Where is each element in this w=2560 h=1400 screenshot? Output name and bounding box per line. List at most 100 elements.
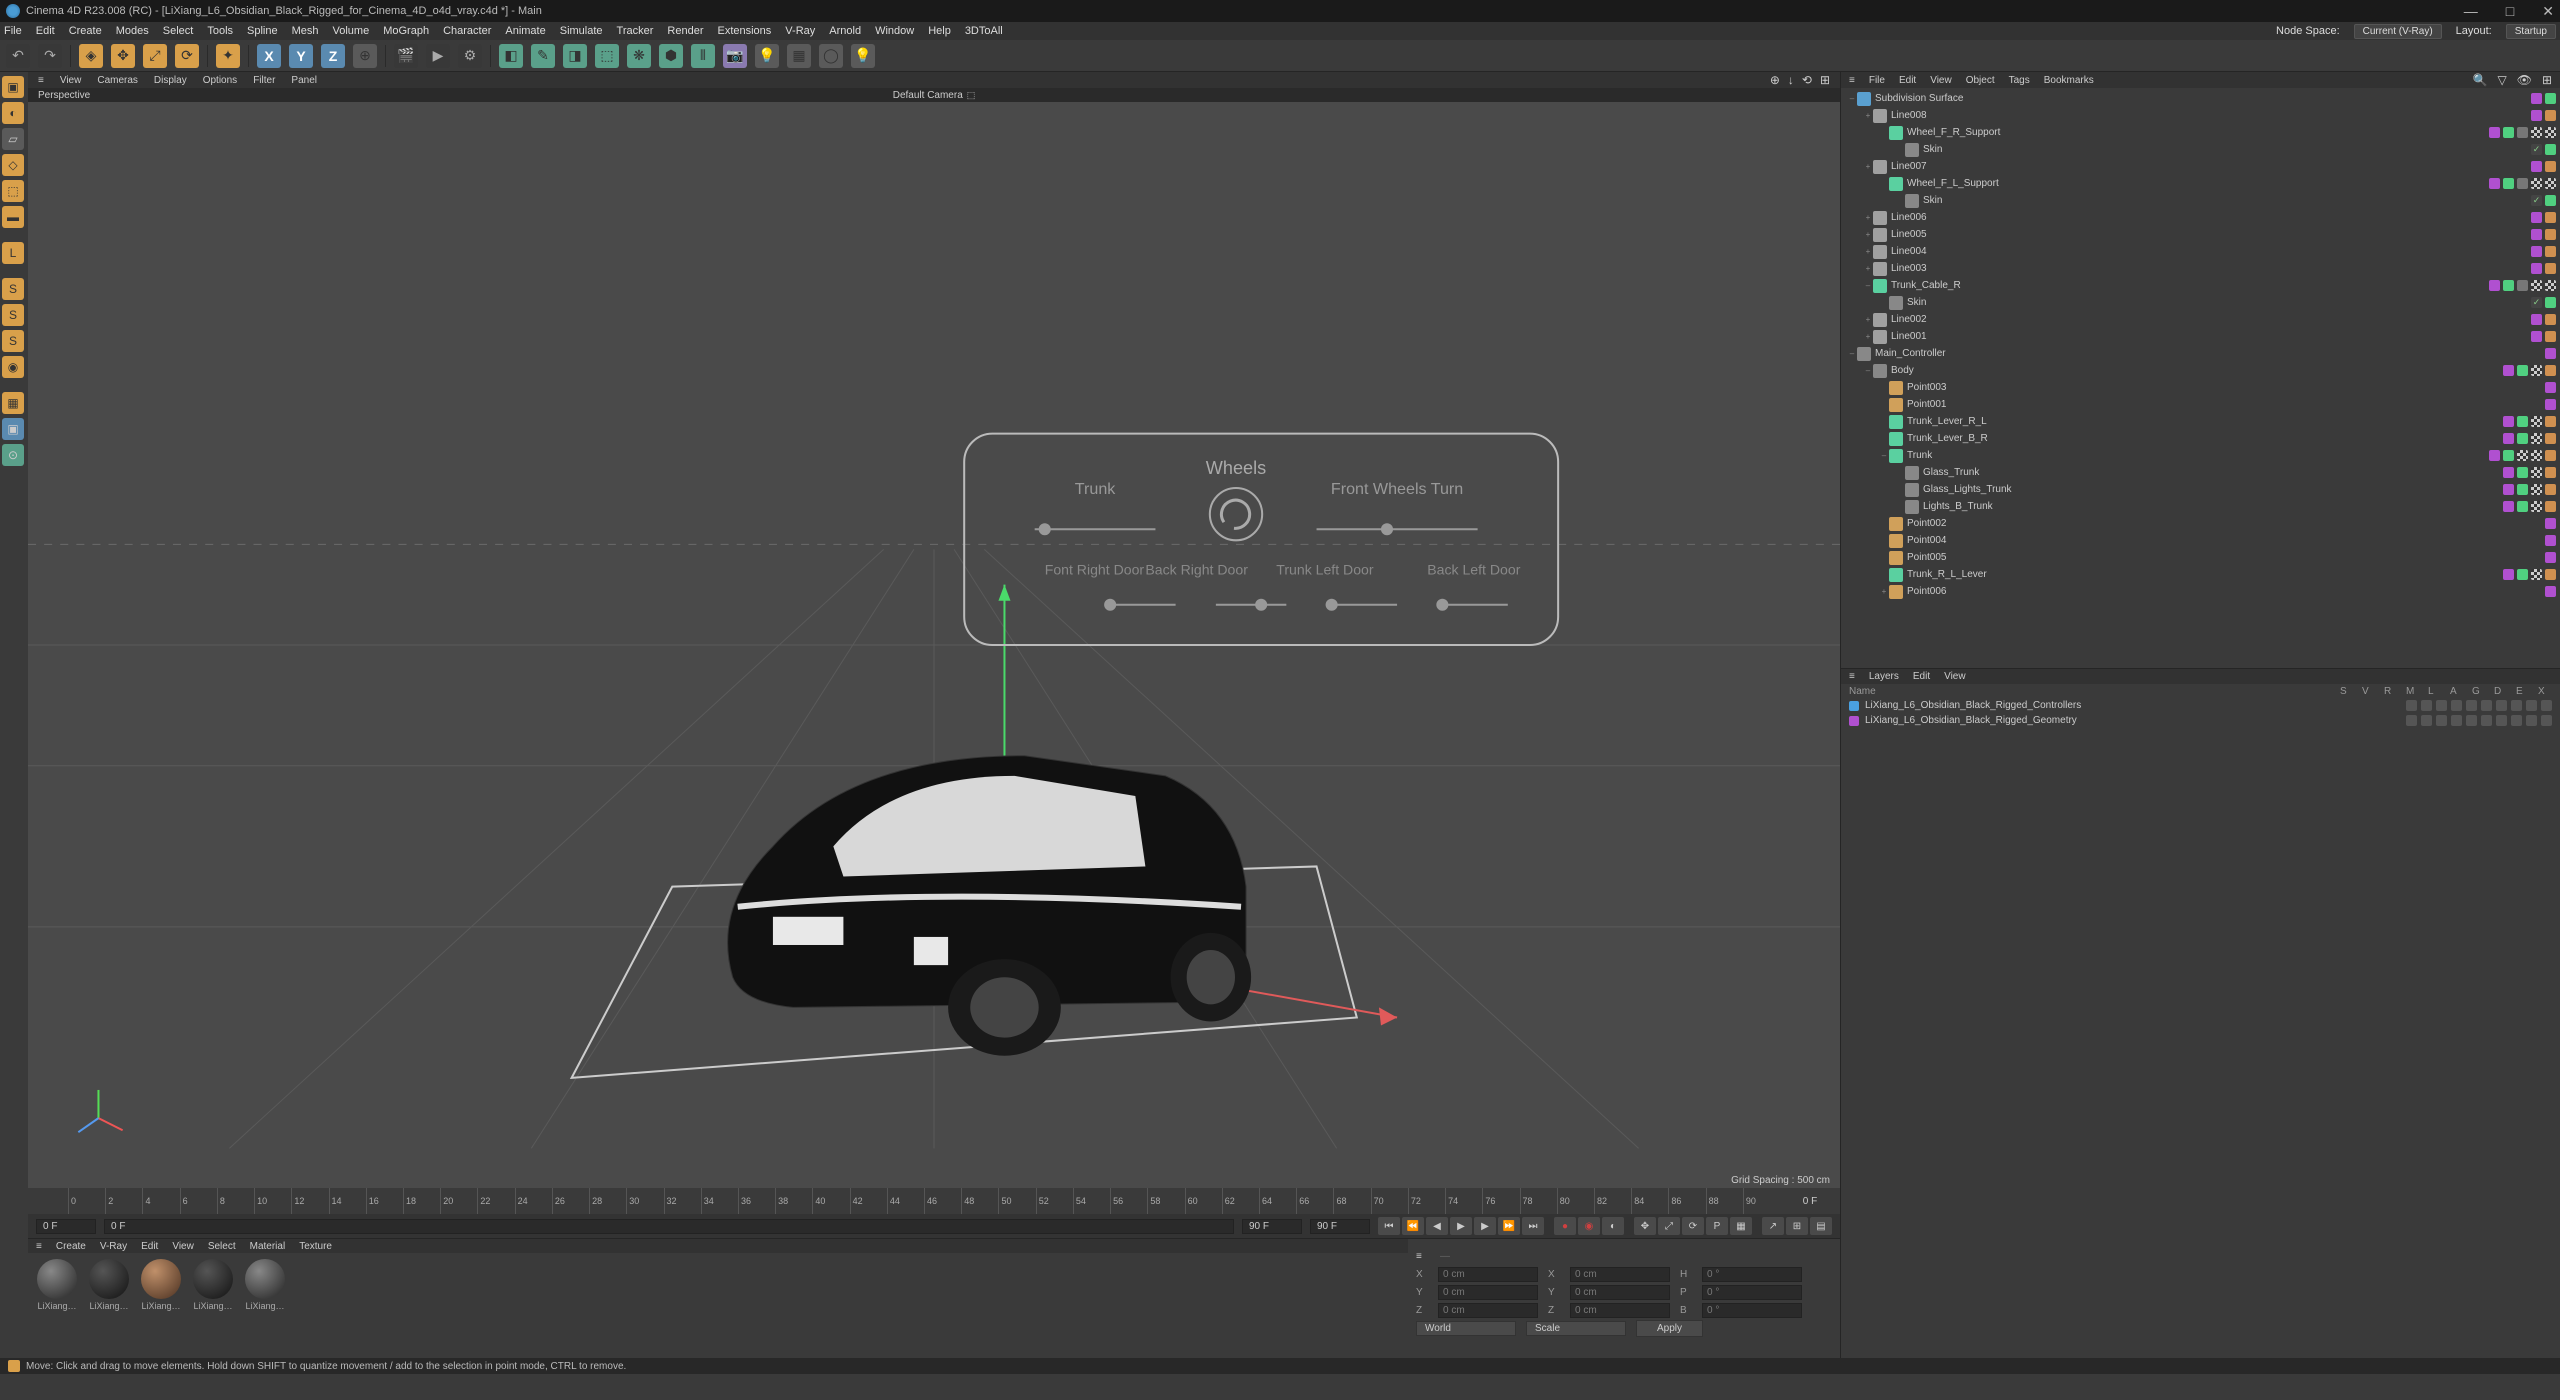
layer-toggle[interactable] (2481, 700, 2492, 711)
tag-checker[interactable] (2531, 127, 2542, 138)
tag-purple[interactable] (2531, 246, 2542, 257)
tick-50[interactable]: 50 (998, 1188, 1035, 1214)
tag-check[interactable]: ✓ (2531, 297, 2542, 308)
expand-icon[interactable]: + (1863, 111, 1873, 120)
axis-y-button[interactable]: Y (289, 44, 313, 68)
tick-48[interactable]: 48 (961, 1188, 998, 1214)
tick-0[interactable]: 0 (68, 1188, 105, 1214)
tag-purple[interactable] (2503, 501, 2514, 512)
om-menu-edit[interactable]: Edit (1899, 75, 1916, 86)
layer-toggle[interactable] (2541, 715, 2552, 726)
tag-purple[interactable] (2531, 110, 2542, 121)
tick-68[interactable]: 68 (1333, 1188, 1370, 1214)
layer-toggle[interactable] (2526, 700, 2537, 711)
layer-toggle[interactable] (2481, 715, 2492, 726)
tick-28[interactable]: 28 (589, 1188, 626, 1214)
tag-orange[interactable] (2545, 467, 2556, 478)
point-mode-button[interactable]: ◇ (2, 154, 24, 176)
tag-orange[interactable] (2545, 314, 2556, 325)
tree-row[interactable]: –Trunk (1841, 447, 2560, 464)
menu-mesh[interactable]: Mesh (292, 25, 319, 37)
tag-checker[interactable] (2531, 416, 2542, 427)
scale-button[interactable]: ⤢ (143, 44, 167, 68)
tag-checker[interactable] (2531, 569, 2542, 580)
coord-system-button[interactable]: ⊕ (353, 44, 377, 68)
live-select-button[interactable]: ◈ (79, 44, 103, 68)
expand-icon[interactable]: – (1847, 349, 1857, 358)
mat-menu-create[interactable]: Create (56, 1241, 86, 1252)
floor-button[interactable]: ▦ (787, 44, 811, 68)
tree-row[interactable]: Lights_B_Trunk (1841, 498, 2560, 515)
deformer-button[interactable]: ⫴ (691, 44, 715, 68)
menu-tools[interactable]: Tools (207, 25, 233, 37)
menu-select[interactable]: Select (163, 25, 194, 37)
tick-18[interactable]: 18 (403, 1188, 440, 1214)
tag-green[interactable] (2503, 280, 2514, 291)
tick-26[interactable]: 26 (552, 1188, 589, 1214)
layer-toggle[interactable] (2511, 700, 2522, 711)
expand-icon[interactable]: + (1863, 332, 1873, 341)
tick-2[interactable]: 2 (105, 1188, 142, 1214)
viewport-tab[interactable]: Perspective (38, 90, 90, 101)
menu-tracker[interactable]: Tracker (617, 25, 654, 37)
vp-menu-panel[interactable]: Panel (291, 75, 317, 86)
tag-purple[interactable] (2503, 484, 2514, 495)
move-button[interactable]: ✥ (111, 44, 135, 68)
menu-3dtoall[interactable]: 3DToAll (965, 25, 1003, 37)
menu-icon[interactable]: ≡ (1849, 671, 1855, 682)
record-button[interactable]: ● (1554, 1217, 1576, 1235)
menu-arnold[interactable]: Arnold (829, 25, 861, 37)
tag-purple[interactable] (2503, 433, 2514, 444)
menu-file[interactable]: File (4, 25, 22, 37)
material-item[interactable]: LiXiang… (86, 1259, 132, 1352)
om-search-icon[interactable]: 🔍 (2473, 73, 2488, 87)
tick-82[interactable]: 82 (1594, 1188, 1631, 1214)
viewport-3d[interactable]: Wheels Trunk Front Wheels Turn Font Righ… (28, 102, 1840, 1188)
om-menu-bookmarks[interactable]: Bookmarks (2044, 75, 2094, 86)
key-mode1-button[interactable]: ↗ (1762, 1217, 1784, 1235)
tick-80[interactable]: 80 (1557, 1188, 1594, 1214)
workplane-button[interactable]: ▱ (2, 128, 24, 150)
render-settings-button[interactable]: ⚙ (458, 44, 482, 68)
tree-row[interactable]: Skin✓ (1841, 192, 2560, 209)
light-button[interactable]: 💡 (755, 44, 779, 68)
maximize-button[interactable]: □ (2506, 3, 2514, 20)
tree-row[interactable]: –Main_Controller (1841, 345, 2560, 362)
tag-green[interactable] (2545, 144, 2556, 155)
expand-icon[interactable]: + (1863, 315, 1873, 324)
tag-checker[interactable] (2531, 178, 2542, 189)
prev-frame-button[interactable]: ◀ (1426, 1217, 1448, 1235)
tick-56[interactable]: 56 (1110, 1188, 1147, 1214)
field-button[interactable]: ⬢ (659, 44, 683, 68)
layer-swatch[interactable] (1849, 716, 1859, 726)
tree-row[interactable]: Trunk_Lever_B_R (1841, 430, 2560, 447)
tick-34[interactable]: 34 (701, 1188, 738, 1214)
tick-8[interactable]: 8 (217, 1188, 254, 1214)
vp-menu-filter[interactable]: Filter (253, 75, 275, 86)
tag-gray[interactable] (2517, 280, 2528, 291)
tag-green[interactable] (2517, 365, 2528, 376)
tag-purple[interactable] (2545, 535, 2556, 546)
tick-20[interactable]: 20 (440, 1188, 477, 1214)
tag-orange[interactable] (2545, 433, 2556, 444)
tag-orange[interactable] (2545, 110, 2556, 121)
tree-row[interactable]: +Line004 (1841, 243, 2560, 260)
tag-green[interactable] (2545, 297, 2556, 308)
layout-dropdown[interactable]: Startup (2506, 24, 2556, 39)
tag-check[interactable]: ✓ (2531, 195, 2542, 206)
material-item[interactable]: LiXiang… (242, 1259, 288, 1352)
rot-p-field[interactable] (1702, 1285, 1802, 1300)
tag-orange[interactable] (2545, 501, 2556, 512)
mat-menu-view[interactable]: View (172, 1241, 194, 1252)
om-eye-icon[interactable]: 👁 (2517, 73, 2532, 87)
vp-menu-view[interactable]: View (60, 75, 82, 86)
pos-z-field[interactable] (1438, 1303, 1538, 1318)
tag-button[interactable]: 💡 (851, 44, 875, 68)
size-y-field[interactable] (1570, 1285, 1670, 1300)
layer-row[interactable]: LiXiang_L6_Obsidian_Black_Rigged_Control… (1841, 698, 2560, 713)
mat-menu-select[interactable]: Select (208, 1241, 236, 1252)
tick-6[interactable]: 6 (180, 1188, 217, 1214)
layer-toggle[interactable] (2406, 715, 2417, 726)
tag-purple[interactable] (2531, 263, 2542, 274)
tag-purple[interactable] (2545, 399, 2556, 410)
